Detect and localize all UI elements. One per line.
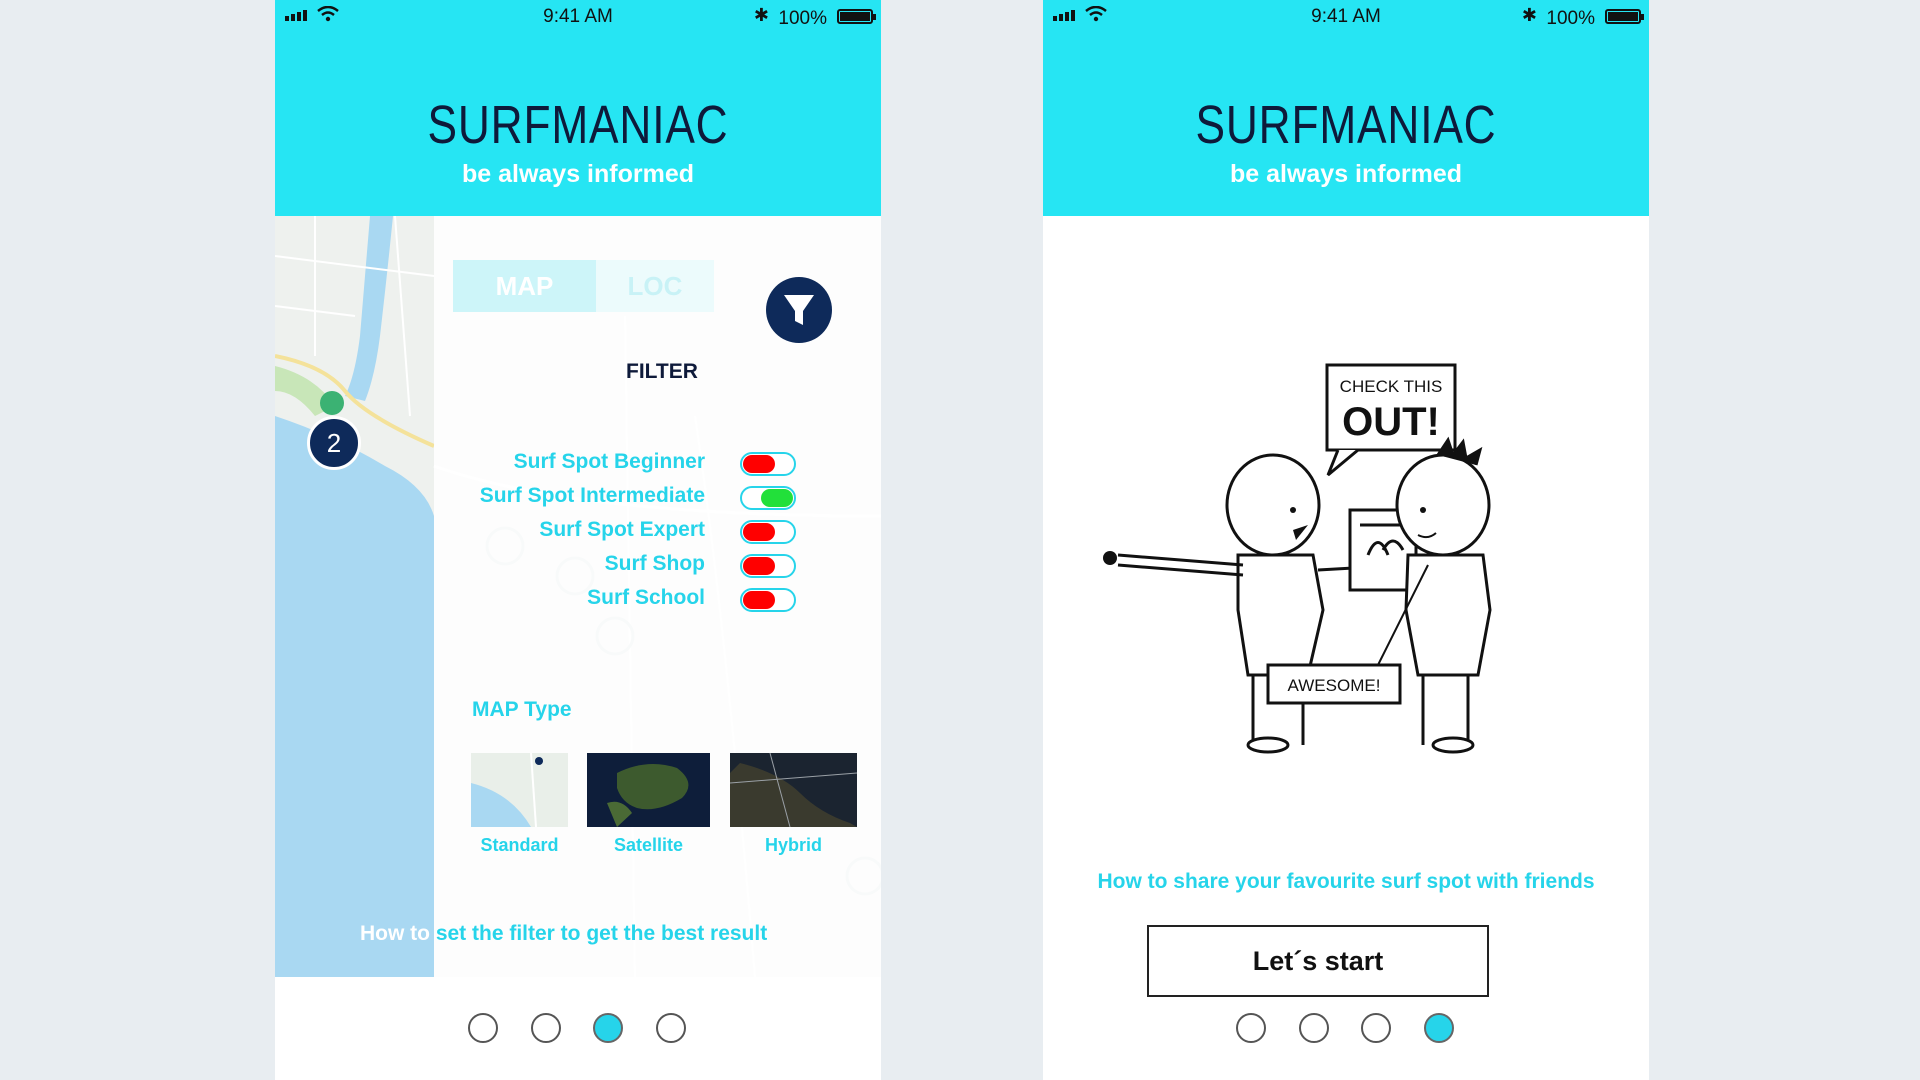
page-dot-1[interactable]: [1236, 1013, 1266, 1043]
map-view[interactable]: 2 MAP LOC FILTER Surf Spot Beginner Surf…: [275, 216, 881, 977]
map-cluster-marker[interactable]: 2: [307, 416, 361, 470]
toggle-expert[interactable]: [740, 520, 796, 544]
app-subtitle: be always informed: [1229, 160, 1463, 188]
battery-percent: 100%: [1546, 8, 1595, 29]
battery-percent: 100%: [778, 8, 827, 29]
battery-icon: [837, 9, 876, 24]
filter-label-school: Surf School: [587, 586, 705, 609]
page-dot-4[interactable]: [1424, 1013, 1454, 1043]
hint-part-2: set the filter to get the best result: [429, 922, 768, 945]
phone-screen-filter: 9:41 AM ✱ 100% SURFMANIAC be always info…: [275, 0, 881, 1080]
filter-heading: FILTER: [626, 360, 698, 383]
page-dot-3[interactable]: [1361, 1013, 1391, 1043]
filter-row-expert: Surf Spot Expert: [445, 518, 705, 546]
battery-icon: [1605, 9, 1644, 24]
bluetooth-icon: ✱: [1521, 5, 1537, 25]
reply-text: AWESOME!: [1288, 676, 1381, 695]
app-header: 9:41 AM ✱ 100% SURFMANIAC be always info…: [1043, 0, 1649, 216]
toggle-school[interactable]: [740, 588, 796, 612]
page-dot-3[interactable]: [593, 1013, 623, 1043]
standard-map-preview: [471, 753, 568, 827]
phone-screen-share: 9:41 AM ✱ 100% SURFMANIAC be always info…: [1043, 0, 1649, 1080]
app-header: 9:41 AM ✱ 100% SURFMANIAC be always info…: [275, 0, 881, 216]
map-type-hybrid-label: Hybrid: [764, 835, 822, 855]
page-dot-4[interactable]: [656, 1013, 686, 1043]
map-type-hybrid-thumb[interactable]: [730, 753, 857, 827]
status-bar: 9:41 AM ✱ 100%: [1043, 0, 1649, 34]
filter-row-shop: Surf Shop: [445, 552, 705, 580]
map-type-satellite-thumb[interactable]: [587, 753, 710, 827]
page-dot-1[interactable]: [468, 1013, 498, 1043]
bubble-text-1: CHECK THIS: [1340, 377, 1443, 396]
page-dot-2[interactable]: [1299, 1013, 1329, 1043]
app-title: SURFMANIAC: [427, 95, 729, 155]
bluetooth-icon: ✱: [753, 5, 769, 25]
filter-hint-text: How to set the filter to get the best re…: [360, 922, 767, 946]
app-subtitle: be always informed: [461, 160, 695, 188]
satellite-map-preview: [587, 753, 710, 827]
tab-loc[interactable]: LOC: [596, 260, 714, 312]
tab-map[interactable]: MAP: [453, 260, 596, 312]
filter-label-expert: Surf Spot Expert: [539, 518, 705, 541]
map-type-standard-thumb[interactable]: [471, 753, 568, 827]
sharing-illustration: CHECK THIS OUT! AWESOME!: [1103, 363, 1492, 754]
share-hint-text: How to share your favourite surf spot wi…: [1097, 870, 1595, 893]
filter-button[interactable]: [766, 277, 832, 343]
map-type-satellite-label: Satellite: [613, 835, 684, 855]
filter-row-school: Surf School: [445, 586, 705, 614]
hint-part-1: How to: [360, 922, 430, 945]
lets-start-button[interactable]: Let´s start: [1147, 925, 1489, 997]
filter-label-beginner: Surf Spot Beginner: [513, 450, 705, 473]
app-title: SURFMANIAC: [1195, 95, 1497, 155]
map-type-heading: MAP Type: [472, 698, 572, 721]
filter-label-shop: Surf Shop: [604, 552, 705, 575]
funnel-icon: [784, 295, 814, 325]
filter-row-beginner: Surf Spot Beginner: [445, 450, 705, 478]
filter-row-intermediate: Surf Spot Intermediate: [375, 484, 705, 512]
toggle-beginner[interactable]: [740, 452, 796, 476]
hybrid-map-preview: [730, 753, 857, 827]
page-indicator: [1043, 1013, 1649, 1045]
page-dot-2[interactable]: [531, 1013, 561, 1043]
status-bar: 9:41 AM ✱ 100%: [275, 0, 881, 34]
filter-label-intermediate: Surf Spot Intermediate: [479, 484, 705, 507]
bubble-text-2: OUT!: [1342, 400, 1440, 444]
page-indicator: [275, 1013, 881, 1045]
map-type-standard-label: Standard: [480, 835, 559, 855]
toggle-shop[interactable]: [740, 554, 796, 578]
toggle-intermediate[interactable]: [740, 486, 796, 510]
